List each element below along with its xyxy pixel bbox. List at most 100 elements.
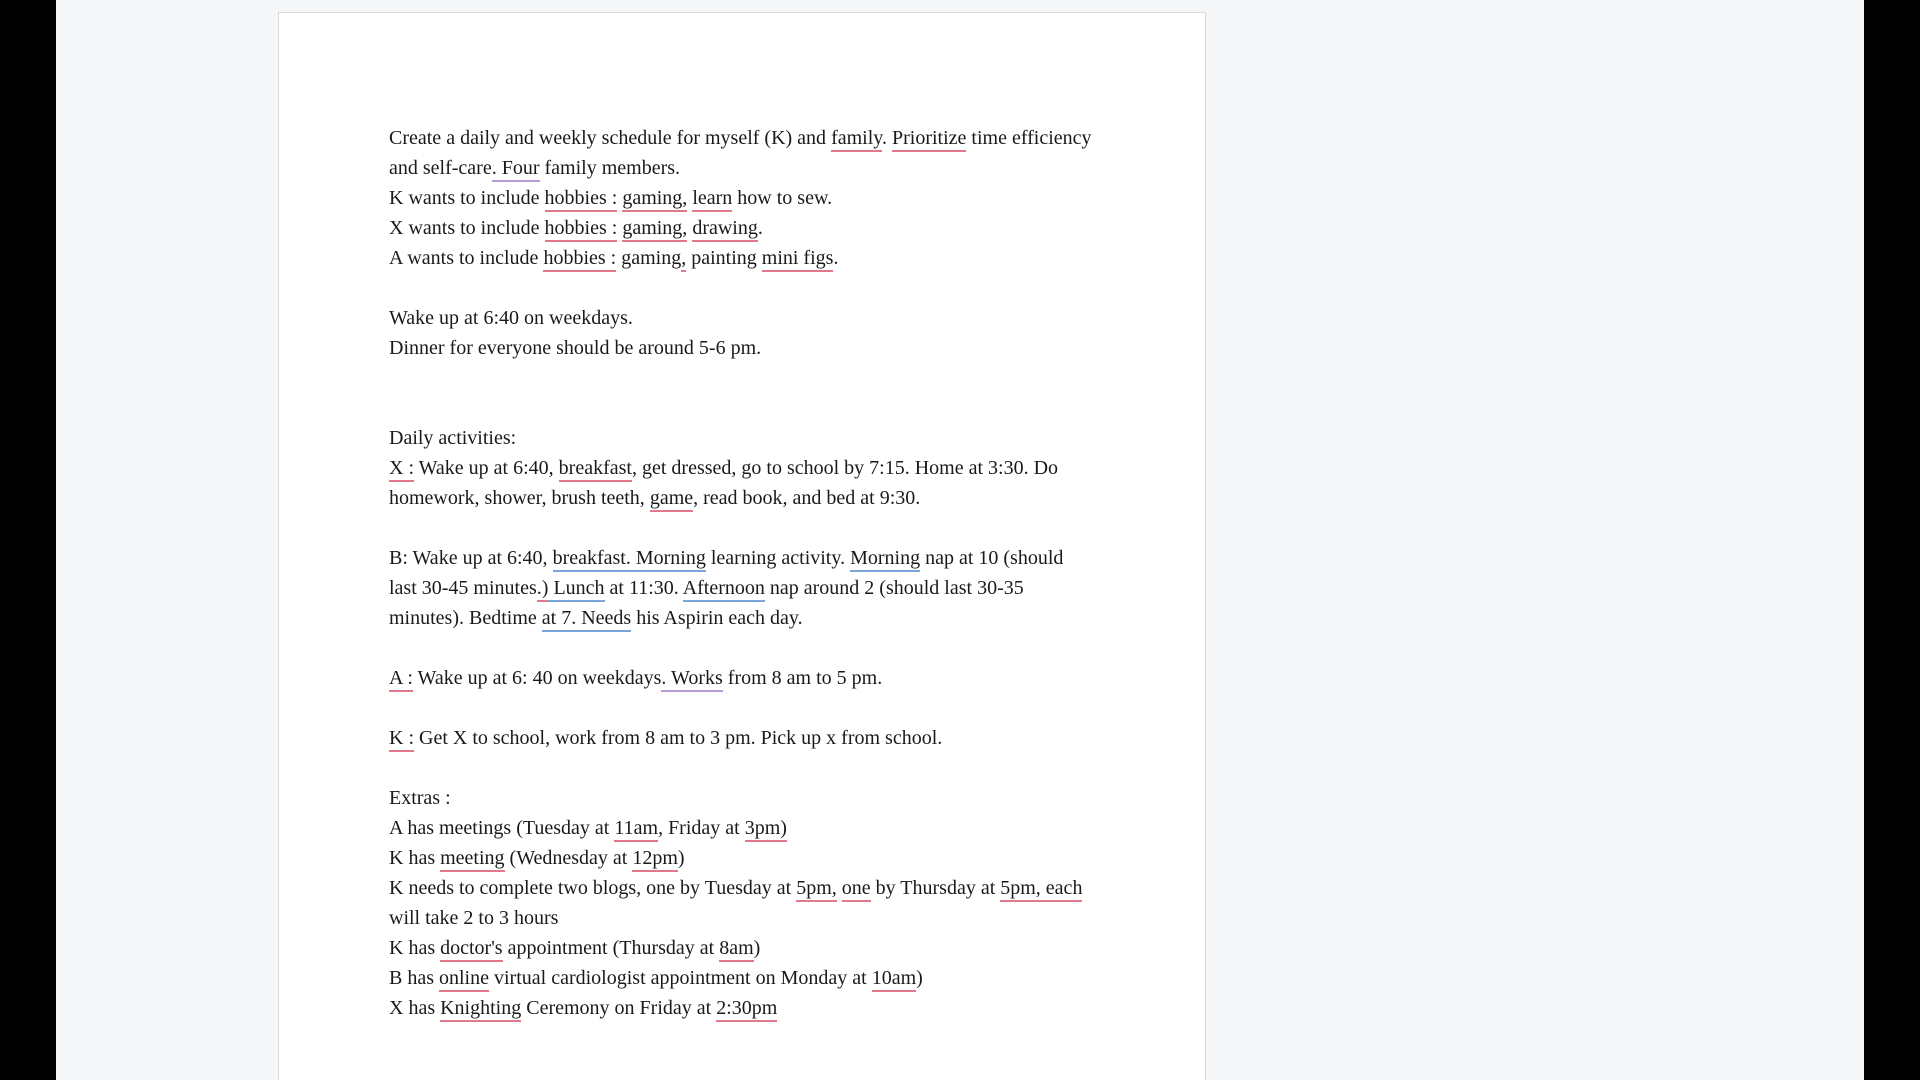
spellcheck-span: breakfast xyxy=(559,457,632,482)
document-body[interactable]: Create a daily and weekly schedule for m… xyxy=(389,123,1095,1023)
grammar-span: breakfast. Morning xyxy=(553,547,706,572)
text: appointment (Thursday at xyxy=(503,937,720,959)
text: K has xyxy=(389,937,440,959)
spellcheck-span: hobbies : xyxy=(545,217,618,242)
para-b-schedule[interactable]: B: Wake up at 6:40, breakfast. Morning l… xyxy=(389,543,1095,633)
para-a-schedule[interactable]: A : Wake up at 6: 40 on weekdays. Works … xyxy=(389,663,1095,693)
spellcheck-span: X : xyxy=(389,457,414,482)
text: gaming xyxy=(616,247,681,269)
grammar-span: Morning xyxy=(850,547,920,572)
text: X has xyxy=(389,997,440,1019)
para-k-meeting[interactable]: K has meeting (Wednesday at 12pm) xyxy=(389,843,1095,873)
spellcheck-span: 5pm, xyxy=(796,877,837,902)
blank-line xyxy=(389,693,1095,723)
spellcheck-span: 12pm xyxy=(632,847,678,872)
grammar-span: . Works xyxy=(661,667,722,692)
spellcheck-span: 2:30pm xyxy=(716,997,777,1022)
text: . xyxy=(758,217,763,239)
spellcheck-span: 11am xyxy=(614,817,658,842)
para-extras-header[interactable]: Extras : xyxy=(389,783,1095,813)
para-k-schedule[interactable]: K : Get X to school, work from 8 am to 3… xyxy=(389,723,1095,753)
grammar-span: Afternoon xyxy=(683,577,765,602)
canvas-background: Create a daily and weekly schedule for m… xyxy=(56,0,1864,1080)
blank-line xyxy=(389,393,1095,423)
spellcheck-span: 8am xyxy=(719,937,753,962)
text: ) xyxy=(678,847,685,869)
para-x-hobbies[interactable]: X wants to include hobbies : gaming, dra… xyxy=(389,213,1095,243)
text: . xyxy=(882,127,892,149)
text: (Wednesday at xyxy=(505,847,633,869)
para-k-doctor[interactable]: K has doctor's appointment (Thursday at … xyxy=(389,933,1095,963)
text: at 11:30. xyxy=(605,577,683,599)
para-b-cardiologist[interactable]: B has online virtual cardiologist appoin… xyxy=(389,963,1095,993)
grammar-span: at 7. Needs xyxy=(542,607,631,632)
grammar-span: . Four xyxy=(492,157,540,182)
para-a-meetings[interactable]: A has meetings (Tuesday at 11am, Friday … xyxy=(389,813,1095,843)
text: Ceremony on Friday at xyxy=(521,997,716,1019)
spellcheck-span: 10am xyxy=(872,967,916,992)
para-intro[interactable]: Create a daily and weekly schedule for m… xyxy=(389,123,1095,183)
blank-line xyxy=(389,753,1095,783)
spellcheck-span: family xyxy=(831,127,882,152)
spellcheck-span: 3pm) xyxy=(745,817,787,842)
text: Create a daily and weekly schedule for m… xyxy=(389,127,831,149)
text: Get X to school, work from 8 am to 3 pm.… xyxy=(414,727,942,749)
text: will take 2 to 3 hours xyxy=(389,907,558,929)
text: K has xyxy=(389,847,440,869)
text xyxy=(837,877,842,899)
text: Wake up at 6:40, xyxy=(414,457,559,479)
text: virtual cardiologist appointment on Mond… xyxy=(489,967,872,989)
spellcheck-span: one xyxy=(842,877,871,902)
spellcheck-span: K : xyxy=(389,727,414,752)
spellcheck-span: gaming, xyxy=(622,217,687,242)
text: family members. xyxy=(540,157,681,179)
letterbox-left xyxy=(0,0,56,1080)
para-wake[interactable]: Wake up at 6:40 on weekdays. xyxy=(389,303,1095,333)
para-a-hobbies[interactable]: A wants to include hobbies : gaming, pai… xyxy=(389,243,1095,273)
text: . xyxy=(833,247,838,269)
spellcheck-span: mini figs xyxy=(762,247,834,272)
spellcheck-span: Prioritize xyxy=(892,127,966,152)
text: A has meetings (Tuesday at xyxy=(389,817,614,839)
text: B has xyxy=(389,967,439,989)
para-x-schedule[interactable]: X : Wake up at 6:40, breakfast, get dres… xyxy=(389,453,1095,513)
text: , read book, and bed at 9:30. xyxy=(693,487,920,509)
text: Wake up at 6: 40 on weekdays xyxy=(413,667,662,689)
grammar-span: Lunch xyxy=(548,577,604,602)
letterbox-right xyxy=(1864,0,1920,1080)
text: K wants to include xyxy=(389,187,545,209)
spellcheck-span: online xyxy=(439,967,489,992)
spellcheck-span: Knighting xyxy=(440,997,521,1022)
text: A wants to include xyxy=(389,247,543,269)
text: from 8 am to 5 pm. xyxy=(723,667,882,689)
blank-line xyxy=(389,633,1095,663)
text: painting xyxy=(686,247,762,269)
spellcheck-span: A : xyxy=(389,667,413,692)
spellcheck-span: hobbies : xyxy=(545,187,618,212)
spellcheck-span: .) xyxy=(537,577,549,602)
text: B: Wake up at 6:40, xyxy=(389,547,553,569)
text: ) xyxy=(754,937,761,959)
spellcheck-span: drawing xyxy=(692,217,758,242)
para-daily-activities[interactable]: Daily activities: xyxy=(389,423,1095,453)
spellcheck-span: hobbies : xyxy=(543,247,616,272)
document-page[interactable]: Create a daily and weekly schedule for m… xyxy=(278,12,1206,1080)
text: K needs to complete two blogs, one by Tu… xyxy=(389,877,796,899)
text: ) xyxy=(916,967,923,989)
spellcheck-span: learn xyxy=(692,187,732,212)
spellcheck-span: gaming, xyxy=(622,187,687,212)
text: by Thursday at xyxy=(871,877,1001,899)
spellcheck-span: 5pm, each xyxy=(1000,877,1082,902)
spellcheck-span: meeting xyxy=(440,847,504,872)
text: , Friday at xyxy=(658,817,745,839)
para-dinner[interactable]: Dinner for everyone should be around 5-6… xyxy=(389,333,1095,363)
blank-line xyxy=(389,363,1095,393)
para-x-knighting[interactable]: X has Knighting Ceremony on Friday at 2:… xyxy=(389,993,1095,1023)
blank-line xyxy=(389,273,1095,303)
para-k-blogs[interactable]: K needs to complete two blogs, one by Tu… xyxy=(389,873,1095,933)
text: how to sew. xyxy=(732,187,832,209)
text: his Aspirin each day. xyxy=(631,607,802,629)
text: learning activity. xyxy=(706,547,850,569)
para-k-hobbies[interactable]: K wants to include hobbies : gaming, lea… xyxy=(389,183,1095,213)
blank-line xyxy=(389,513,1095,543)
